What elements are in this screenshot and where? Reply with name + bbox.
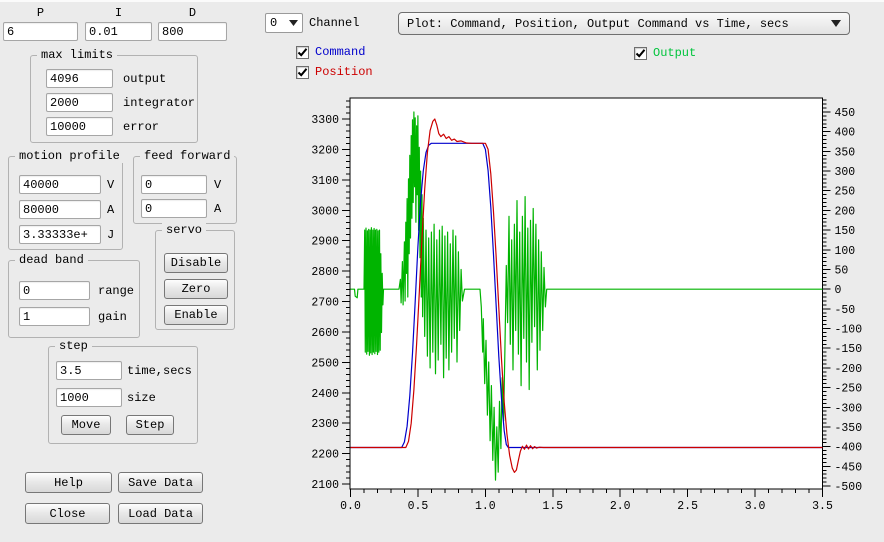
svg-text:0: 0 xyxy=(835,284,842,297)
svg-text:-250: -250 xyxy=(835,383,863,396)
svg-text:2100: 2100 xyxy=(311,479,339,492)
svg-text:-50: -50 xyxy=(835,304,856,317)
svg-text:2700: 2700 xyxy=(311,297,339,310)
svg-text:0.0: 0.0 xyxy=(340,500,361,513)
svg-text:2.5: 2.5 xyxy=(677,500,698,513)
svg-text:3300: 3300 xyxy=(311,114,339,127)
svg-text:-500: -500 xyxy=(835,481,863,494)
svg-text:2500: 2500 xyxy=(311,357,339,370)
svg-text:200: 200 xyxy=(835,205,856,218)
svg-text:-400: -400 xyxy=(835,442,863,455)
svg-text:3.0: 3.0 xyxy=(745,500,766,513)
svg-text:100: 100 xyxy=(835,245,856,258)
svg-text:350: 350 xyxy=(835,146,856,159)
svg-text:1.5: 1.5 xyxy=(542,500,563,513)
svg-text:1.0: 1.0 xyxy=(475,500,496,513)
svg-text:300: 300 xyxy=(835,166,856,179)
svg-text:-200: -200 xyxy=(835,363,863,376)
svg-text:2400: 2400 xyxy=(311,388,339,401)
svg-text:-300: -300 xyxy=(835,402,863,415)
svg-text:-100: -100 xyxy=(835,324,863,337)
svg-text:3.5: 3.5 xyxy=(812,500,833,513)
svg-text:3000: 3000 xyxy=(311,205,339,218)
svg-text:3200: 3200 xyxy=(311,144,339,157)
svg-text:2600: 2600 xyxy=(311,327,339,340)
chart-canvas: 2100220023002400250026002700280029003000… xyxy=(0,0,884,542)
svg-text:3100: 3100 xyxy=(311,175,339,188)
svg-text:150: 150 xyxy=(835,225,856,238)
svg-text:250: 250 xyxy=(835,186,856,199)
svg-text:-450: -450 xyxy=(835,461,863,474)
svg-text:50: 50 xyxy=(835,264,849,277)
svg-text:-150: -150 xyxy=(835,343,863,356)
svg-text:-350: -350 xyxy=(835,422,863,435)
svg-text:2800: 2800 xyxy=(311,266,339,279)
svg-text:2.0: 2.0 xyxy=(610,500,631,513)
svg-text:400: 400 xyxy=(835,127,856,140)
svg-text:2200: 2200 xyxy=(311,449,339,462)
svg-text:2900: 2900 xyxy=(311,236,339,249)
svg-text:0.5: 0.5 xyxy=(408,500,429,513)
svg-text:2300: 2300 xyxy=(311,418,339,431)
svg-text:450: 450 xyxy=(835,107,856,120)
